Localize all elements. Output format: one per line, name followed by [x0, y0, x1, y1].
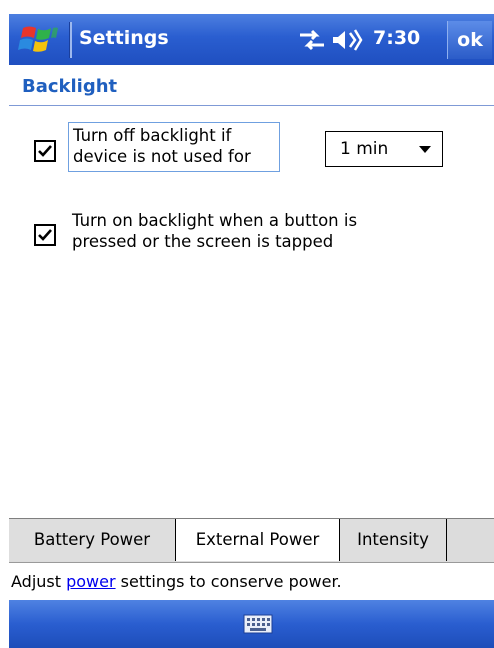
checkmark-icon: [38, 229, 52, 241]
volume-icon[interactable]: [331, 26, 363, 54]
tab-battery-power[interactable]: Battery Power: [9, 519, 176, 561]
backlight-timeout-select[interactable]: 1 min: [325, 131, 443, 167]
backlight-timeout-value: 1 min: [340, 139, 389, 159]
clock-time[interactable]: 7:30: [373, 27, 420, 49]
backlight-on-checkbox[interactable]: [34, 224, 56, 246]
backlight-off-label-line1: Turn off backlight if: [73, 126, 232, 145]
status-prefix: Adjust: [11, 572, 67, 591]
page-title: Backlight: [22, 76, 118, 97]
backlight-off-checkbox[interactable]: [34, 140, 56, 162]
keyboard-icon[interactable]: [243, 614, 273, 634]
left-border: [0, 0, 9, 648]
chevron-down-icon: [419, 146, 431, 153]
windows-flag-icon[interactable]: [17, 22, 63, 58]
status-suffix: settings to conserve power.: [115, 572, 342, 591]
ok-button[interactable]: ok: [447, 21, 492, 59]
backlight-on-label-line2: pressed or the screen is tapped: [72, 232, 334, 251]
header-divider: [9, 105, 494, 106]
backlight-on-label-line1: Turn on backlight when a button is: [72, 211, 358, 230]
title-separator: [69, 22, 72, 58]
tab-bar: Battery Power External Power Intensity: [9, 518, 494, 562]
bottom-bar: [9, 600, 494, 648]
title-bar: Settings 7:30 ok: [9, 14, 494, 65]
backlight-off-label-line2: device is not used for: [73, 147, 251, 166]
power-link[interactable]: power: [66, 572, 115, 591]
checkmark-icon: [38, 145, 52, 157]
backlight-on-label[interactable]: Turn on backlight when a button is press…: [72, 210, 357, 252]
status-text: Adjust power settings to conserve power.: [11, 572, 342, 591]
connectivity-icon[interactable]: [298, 27, 326, 53]
pocket-pc-screen: Settings 7:30 ok Backlight Turn off back…: [0, 0, 494, 648]
tab-external-power[interactable]: External Power: [176, 519, 340, 561]
status-strip: Adjust power settings to conserve power.: [9, 562, 494, 600]
tab-intensity[interactable]: Intensity: [340, 519, 447, 561]
backlight-off-label[interactable]: Turn off backlight if device is not used…: [68, 122, 280, 172]
window-title: Settings: [79, 27, 169, 49]
